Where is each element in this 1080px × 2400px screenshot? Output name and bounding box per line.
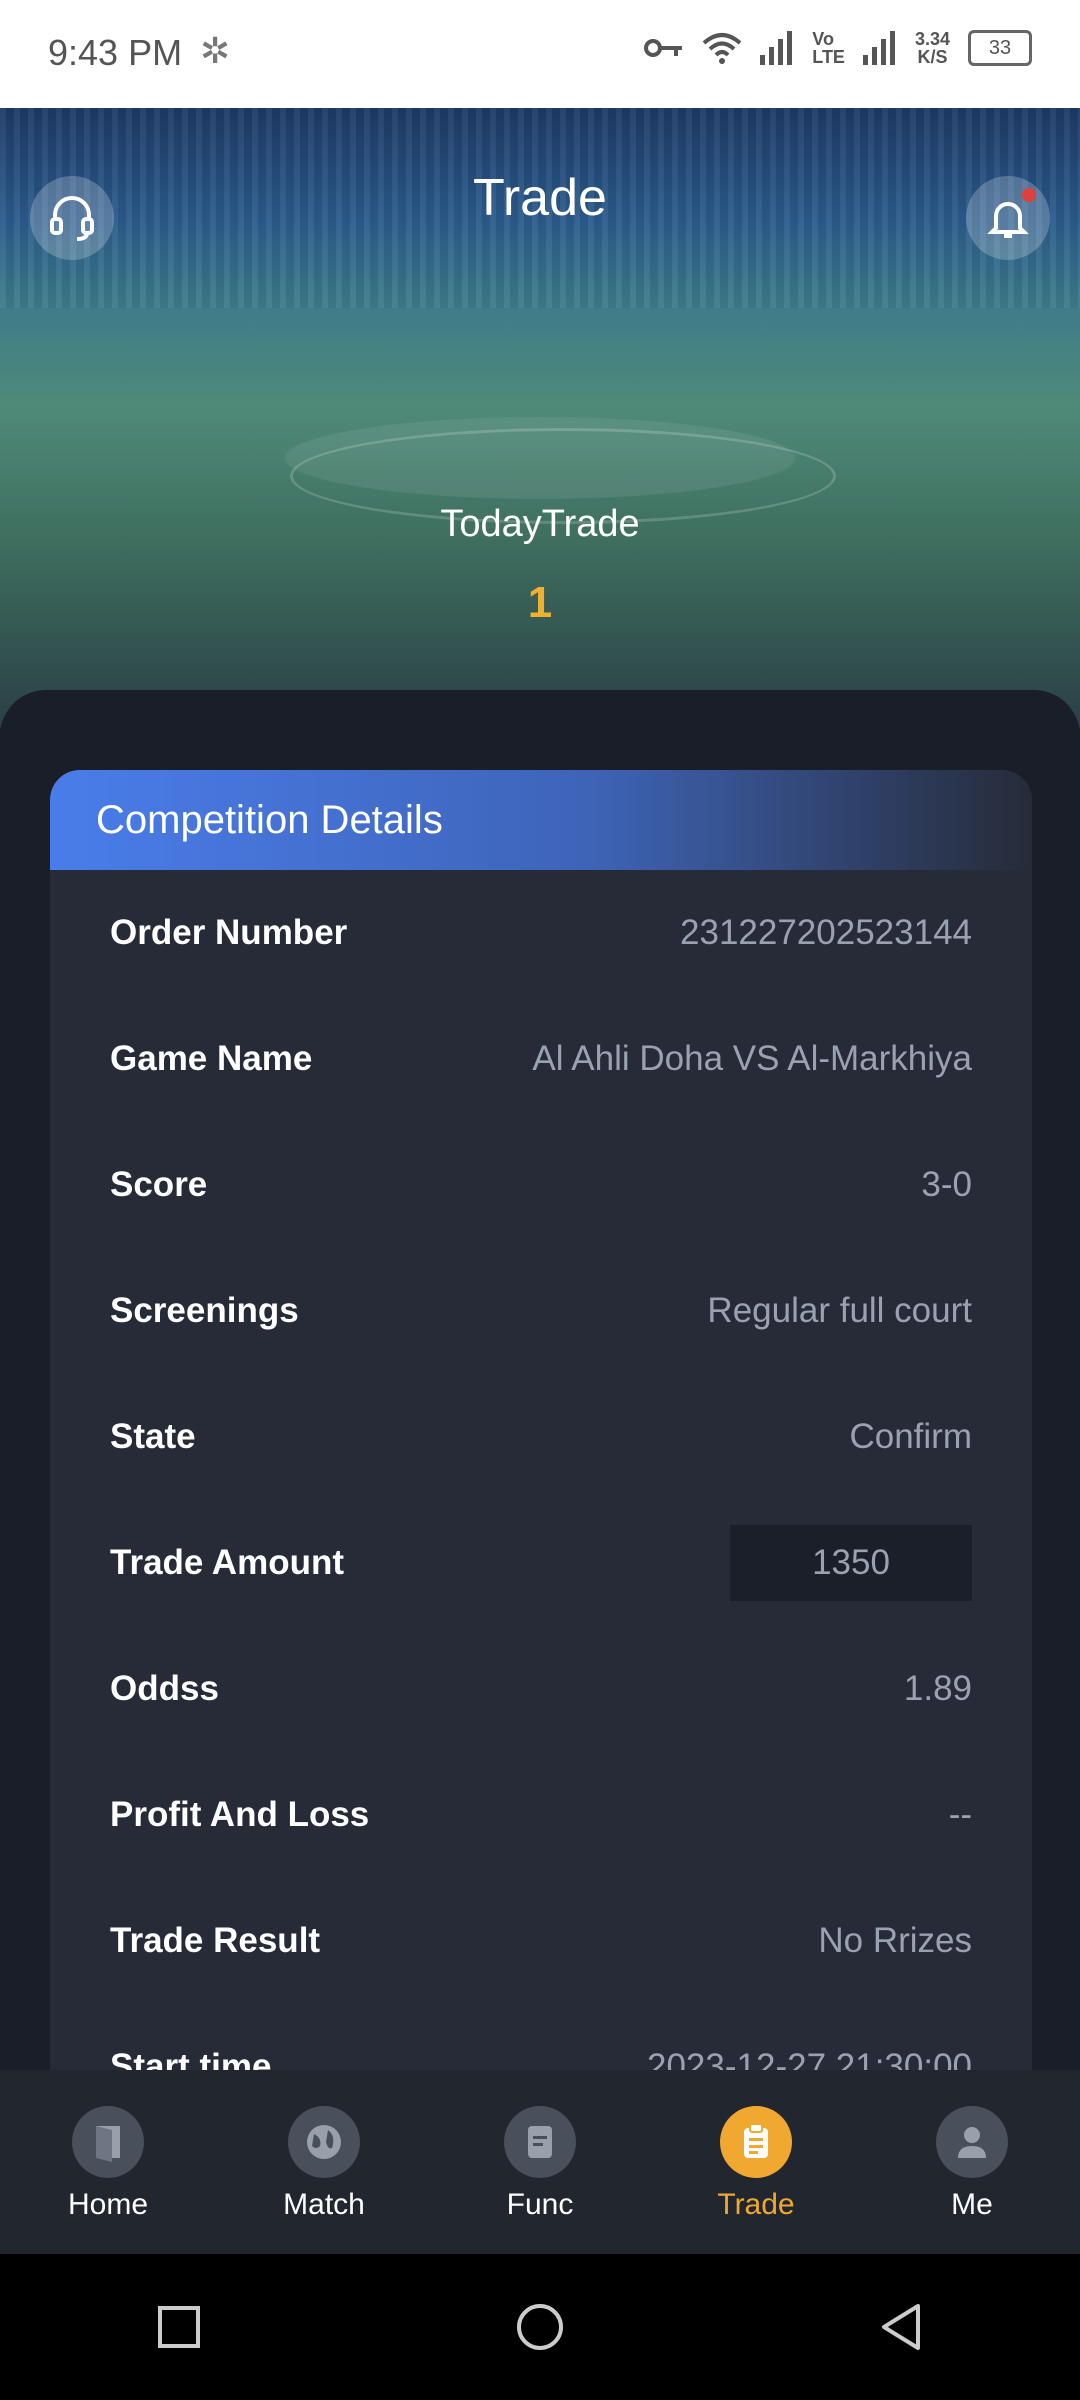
detail-row-score: Score 3-0 (110, 1122, 972, 1248)
detail-label: Trade Result (110, 1921, 321, 1960)
status-bar: 9:43 PM ✲ Vo LTE 3.34 K/S 33 (0, 0, 1080, 108)
signal-icon-2 (862, 31, 895, 65)
detail-value: 231227202523144 (680, 913, 972, 952)
nav-label: Me (951, 2188, 993, 2221)
notification-badge (1022, 188, 1036, 202)
detail-value: -- (948, 1795, 972, 1834)
user-icon (936, 2106, 1008, 2178)
status-time: 9:43 PM (48, 32, 183, 73)
status-icons: Vo LTE 3.34 K/S 33 (644, 30, 1032, 66)
detail-value: No Rrizes (818, 1921, 972, 1960)
system-navigation-bar (0, 2254, 1080, 2400)
detail-row-trade-amount: Trade Amount 1350 (110, 1500, 972, 1626)
detail-value: 2023-12-27 21:30:00 (647, 2047, 972, 2070)
page-title: Trade (473, 169, 607, 227)
detail-value: Regular full court (707, 1291, 972, 1330)
document-icon (504, 2106, 576, 2178)
detail-row-trade-result: Trade Result No Rrizes (110, 1878, 972, 2004)
trade-amount-box: 1350 (730, 1525, 972, 1601)
nav-item-trade[interactable]: Trade (648, 2070, 864, 2254)
detail-row-game-name: Game Name Al Ahli Doha VS Al-Markhiya (110, 996, 972, 1122)
detail-row-start-time: Start time 2023-12-27 21:30:00 (110, 2004, 972, 2070)
nav-item-match[interactable]: Match (216, 2070, 432, 2254)
detail-label: Start time (110, 2047, 272, 2070)
detail-row-screenings: Screenings Regular full court (110, 1248, 972, 1374)
detail-label: Profit And Loss (110, 1795, 370, 1834)
detail-value: 1.89 (903, 1669, 972, 1708)
detail-row-profit-loss: Profit And Loss -- (110, 1752, 972, 1878)
nav-label: Trade (717, 2188, 795, 2221)
battery-icon: 33 (968, 30, 1032, 66)
detail-label: State (110, 1417, 196, 1456)
detail-label: Trade Amount (110, 1543, 344, 1582)
home-circle-icon[interactable] (515, 2302, 565, 2352)
card-title: Competition Details (50, 770, 1032, 870)
detail-label: Order Number (110, 913, 348, 952)
detail-row-odds: Oddss 1.89 (110, 1626, 972, 1752)
key-icon (644, 39, 683, 57)
nav-item-func[interactable]: Func (432, 2070, 648, 2254)
recent-apps-icon[interactable] (156, 2304, 202, 2350)
detail-label: Screenings (110, 1291, 299, 1330)
nav-item-me[interactable]: Me (864, 2070, 1080, 2254)
detail-row-state: State Confirm (110, 1374, 972, 1500)
notifications-button[interactable] (966, 176, 1050, 260)
nav-label: Match (283, 2188, 365, 2221)
detail-value: Al Ahli Doha VS Al-Markhiya (532, 1039, 972, 1078)
signal-icon (760, 31, 793, 65)
door-icon (72, 2106, 144, 2178)
detail-value: 3-0 (921, 1165, 972, 1204)
detail-label: Game Name (110, 1039, 313, 1078)
globe-icon (288, 2106, 360, 2178)
wifi-icon (702, 33, 742, 64)
today-trade-value: 1 (527, 578, 553, 627)
detail-label: Score (110, 1165, 208, 1204)
bottom-navigation: Home Match Func Trade Me (0, 2070, 1080, 2254)
clipboard-icon (720, 2106, 792, 2178)
nav-item-home[interactable]: Home (0, 2070, 216, 2254)
nav-label: Func (506, 2188, 574, 2221)
battery-level: 33 (988, 36, 1012, 59)
details-list: Order Number 231227202523144 Game Name A… (50, 870, 1032, 2070)
settings-gear-icon: ✲ (200, 30, 231, 71)
competition-details-card: Competition Details Order Number 2312272… (50, 770, 1032, 2070)
hero-banner: Trade TodayTrade 1 (0, 108, 1080, 728)
detail-value: Confirm (849, 1417, 972, 1456)
detail-row-order-number: Order Number 231227202523144 (110, 870, 972, 996)
detail-label: Oddss (110, 1669, 219, 1708)
nav-label: Home (67, 2188, 149, 2221)
content-panel: Competition Details Order Number 2312272… (0, 690, 1080, 2070)
network-speed: 3.34 K/S (914, 29, 950, 67)
today-trade-label: TodayTrade (440, 503, 640, 545)
back-triangle-icon[interactable] (878, 2302, 924, 2352)
volte-indicator: Vo LTE (812, 29, 845, 67)
